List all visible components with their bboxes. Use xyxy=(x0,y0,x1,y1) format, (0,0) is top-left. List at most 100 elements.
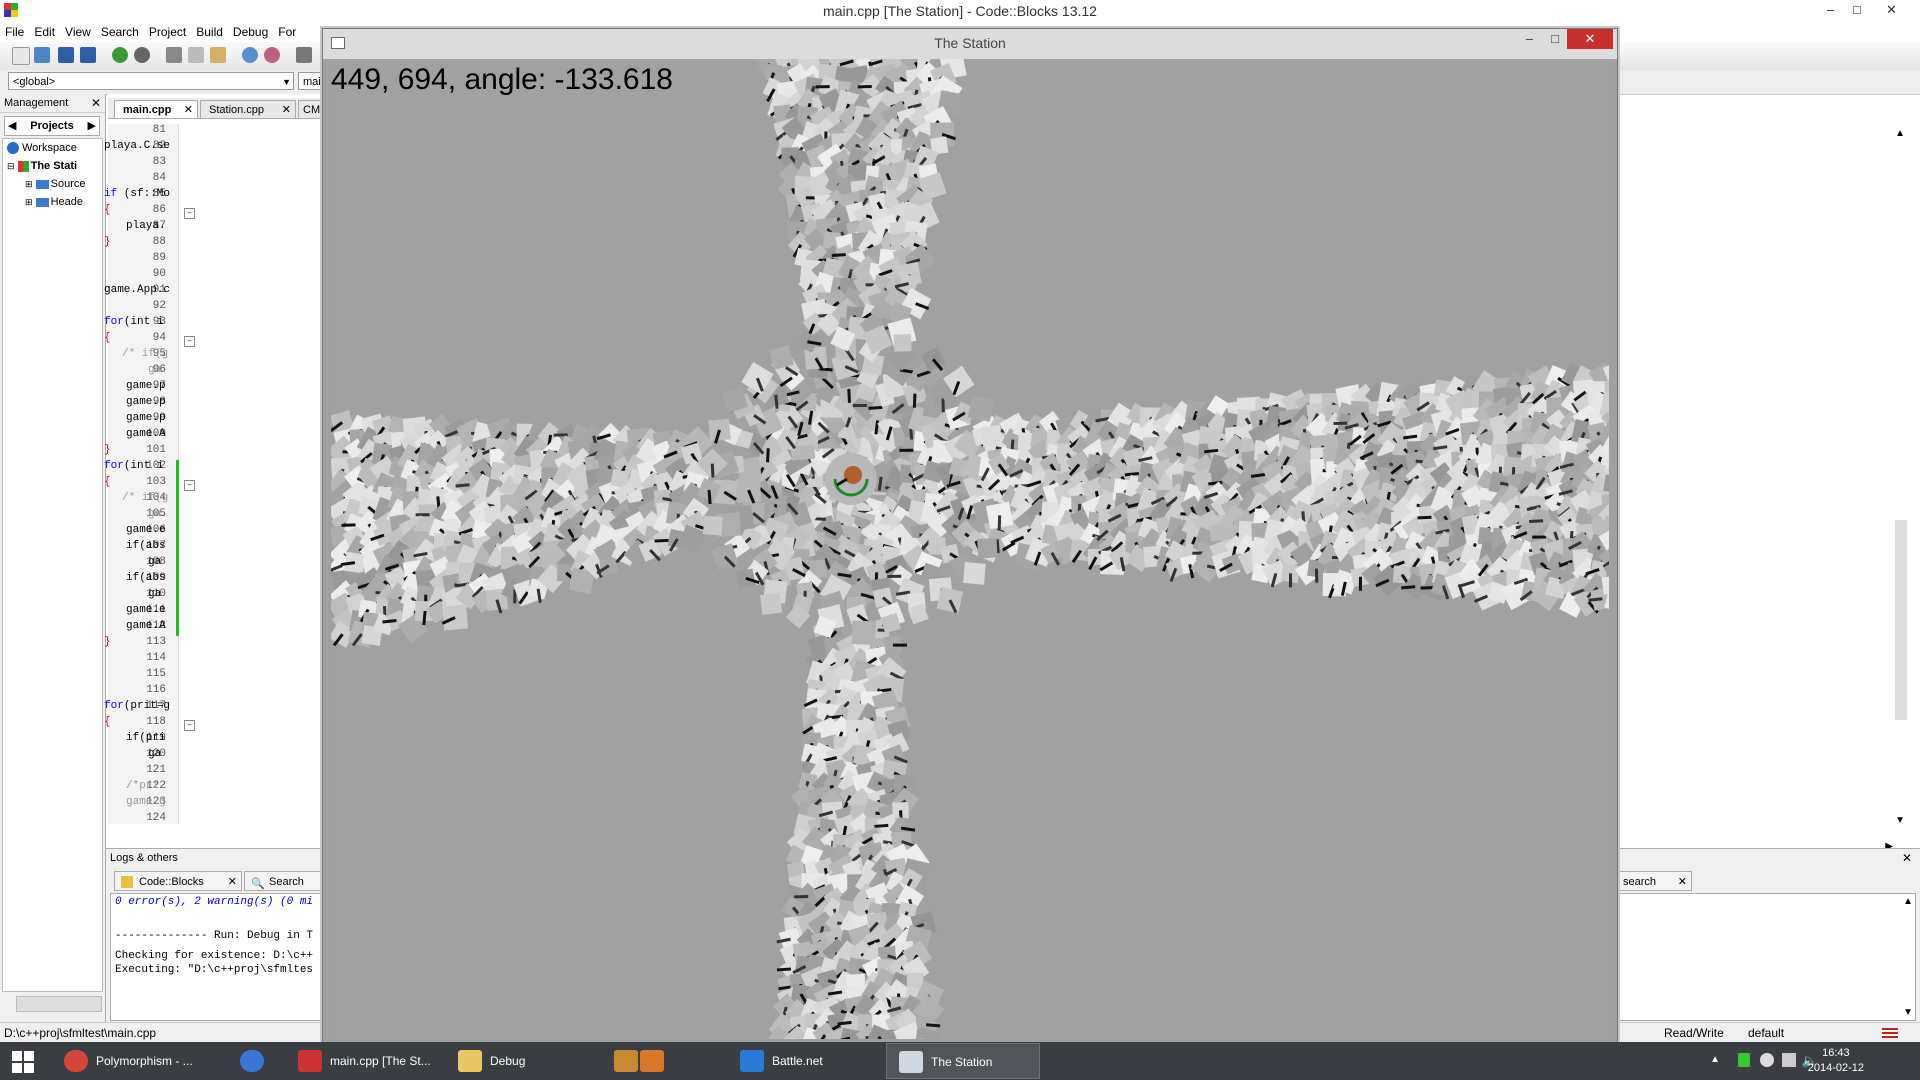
horizontal-scrollbar[interactable] xyxy=(16,996,102,1012)
expand-icon[interactable]: ⊞ xyxy=(25,197,33,207)
scroll-down-icon[interactable]: ▼ xyxy=(1895,815,1905,826)
maximize-button[interactable]: □ xyxy=(1551,31,1559,46)
taskbar-item[interactable]: Battle.net xyxy=(728,1043,876,1079)
code-line: if(abs xyxy=(126,540,166,552)
new-file-icon[interactable] xyxy=(12,47,30,65)
settings-gear-icon[interactable] xyxy=(296,47,312,63)
tile-cluster xyxy=(331,59,1609,1039)
taskbar-item[interactable] xyxy=(228,1043,278,1079)
menu-debug[interactable]: Debug xyxy=(228,22,273,42)
menu-build[interactable]: Build xyxy=(191,22,228,42)
replace-icon[interactable] xyxy=(264,47,280,63)
menu-file[interactable]: File xyxy=(0,22,29,42)
menu-search[interactable]: Search xyxy=(96,22,144,42)
code-line: /* if(g xyxy=(122,348,168,360)
taskbar-item[interactable]: Polymorphism - ... xyxy=(52,1043,212,1079)
code-area[interactable]: playa.C.se if (sf::Mo{playa.} game.App.c fo… xyxy=(104,124,323,824)
taskbar-clock[interactable]: 16:43 2014-02-12 xyxy=(1808,1046,1864,1076)
redo-icon[interactable] xyxy=(134,47,150,63)
projects-tab-label: Projects xyxy=(30,120,74,132)
code-line: ga xyxy=(148,588,161,600)
code-text: ga xyxy=(148,748,162,760)
taskbar-item-label: main.cpp [The St... xyxy=(330,1054,431,1068)
scroll-up-icon[interactable]: ▲ xyxy=(1895,128,1905,139)
find-icon[interactable] xyxy=(242,47,258,63)
save-all-icon[interactable] xyxy=(80,47,96,63)
save-icon[interactable] xyxy=(58,47,74,63)
game-window: The Station – □ ✕ 449, 694, angle: -133.… xyxy=(322,28,1618,1046)
chevron-right-icon[interactable]: ▶ xyxy=(88,117,96,135)
fold-toggle-icon[interactable]: − xyxy=(184,480,195,491)
vertical-scrollbar[interactable] xyxy=(1895,520,1907,720)
tray-network-icon[interactable] xyxy=(1782,1053,1796,1067)
close-button[interactable]: ✕ xyxy=(1886,2,1897,18)
fold-toggle-icon[interactable]: − xyxy=(184,720,195,731)
code-text: /*pri xyxy=(126,780,160,792)
tray-chevron-up-icon[interactable]: ▲ xyxy=(1710,1054,1720,1065)
code-text: (int i xyxy=(123,316,164,328)
code-keyword: for xyxy=(104,316,124,328)
tray-steam-icon[interactable] xyxy=(1760,1053,1774,1067)
code-text: { xyxy=(104,204,111,216)
minimize-button[interactable]: – xyxy=(1827,2,1834,17)
expand-icon[interactable]: ⊞ xyxy=(25,179,33,189)
close-button[interactable]: ✕ xyxy=(1567,29,1613,49)
taskbar-item[interactable]: The Station xyxy=(886,1043,1040,1079)
code-text: game.p xyxy=(126,412,166,424)
code-line: game.App.c xyxy=(104,284,170,296)
code-line: ga xyxy=(148,556,161,568)
log-tab-label: Code::Blocks xyxy=(139,876,204,888)
taskbar-item[interactable]: Debug xyxy=(446,1043,592,1079)
tree-item-workspace[interactable]: Workspace xyxy=(3,139,102,157)
maximize-button[interactable]: □ xyxy=(1853,2,1861,17)
open-file-icon[interactable] xyxy=(34,47,50,63)
code-line: ga xyxy=(148,364,161,376)
taskbar-item-label: Polymorphism - ... xyxy=(96,1054,193,1068)
undo-icon[interactable] xyxy=(112,47,128,63)
tree-item-sources[interactable]: ⊞ Source xyxy=(3,175,102,193)
scroll-down-icon[interactable]: ▼ xyxy=(1903,1007,1913,1018)
fold-toggle-icon[interactable]: − xyxy=(184,208,195,219)
copy-icon[interactable] xyxy=(188,47,204,63)
close-management-icon[interactable]: ✕ xyxy=(91,94,101,112)
scope-select[interactable]: <global> ▼ xyxy=(8,72,294,90)
menu-format[interactable]: For xyxy=(273,22,301,42)
tab-codeblocks-log[interactable]: Code::Blocks ✕ xyxy=(114,871,242,891)
close-logs-icon[interactable]: ✕ xyxy=(1902,849,1912,867)
close-tab-icon[interactable]: ✕ xyxy=(228,872,237,892)
taskbar-item[interactable]: main.cpp [The St... xyxy=(286,1043,432,1079)
windows-start-icon[interactable] xyxy=(12,1051,34,1073)
code-text: /* if(g xyxy=(122,492,169,504)
close-tab-icon[interactable]: ✕ xyxy=(184,101,193,119)
tab-projects[interactable]: ◀ Projects ▶ xyxy=(4,116,100,136)
project-tree: Workspace ⊟ The Stati ⊞ Source ⊞ Heade xyxy=(2,138,103,992)
collapse-icon[interactable]: ⊟ xyxy=(7,161,15,171)
tab-cmake[interactable]: CM xyxy=(298,100,323,118)
menu-project[interactable]: Project xyxy=(144,22,191,42)
taskbar-item[interactable] xyxy=(628,1043,672,1079)
menu-view[interactable]: View xyxy=(60,22,96,42)
code-text: game.p xyxy=(126,380,166,392)
paste-icon[interactable] xyxy=(210,47,226,63)
main-window-titlebar: main.cpp [The Station] - Code::Blocks 13… xyxy=(0,0,1920,22)
game-canvas[interactable]: 449, 694, angle: -133.618 xyxy=(331,59,1609,1039)
chevron-left-icon[interactable]: ◀ xyxy=(8,117,16,135)
minimize-button[interactable]: – xyxy=(1526,31,1533,46)
tray-flag-icon[interactable] xyxy=(1738,1053,1750,1067)
tab-main-cpp[interactable]: main.cpp ✕ xyxy=(114,100,198,118)
code-text: if(abs xyxy=(126,540,166,552)
menu-edit[interactable]: Edit xyxy=(29,22,60,42)
cut-icon[interactable] xyxy=(166,47,182,63)
scroll-up-icon[interactable]: ▲ xyxy=(1903,896,1913,907)
close-tab-icon[interactable]: ✕ xyxy=(1678,872,1687,892)
fox-icon xyxy=(640,1050,664,1072)
close-tab-icon[interactable]: ✕ xyxy=(282,101,291,119)
tab-station-cpp[interactable]: Station.cpp ✕ xyxy=(200,100,296,118)
tree-item-project[interactable]: ⊟ The Stati xyxy=(3,157,102,175)
tree-item-headers[interactable]: ⊞ Heade xyxy=(3,193,102,211)
code-line: game.p xyxy=(126,380,166,392)
tab-search-right[interactable]: search ✕ xyxy=(1616,871,1692,891)
code-text: game.A xyxy=(126,620,166,632)
fold-toggle-icon[interactable]: − xyxy=(184,336,195,347)
tab-search-results[interactable]: 🔍Search resu xyxy=(244,871,324,908)
